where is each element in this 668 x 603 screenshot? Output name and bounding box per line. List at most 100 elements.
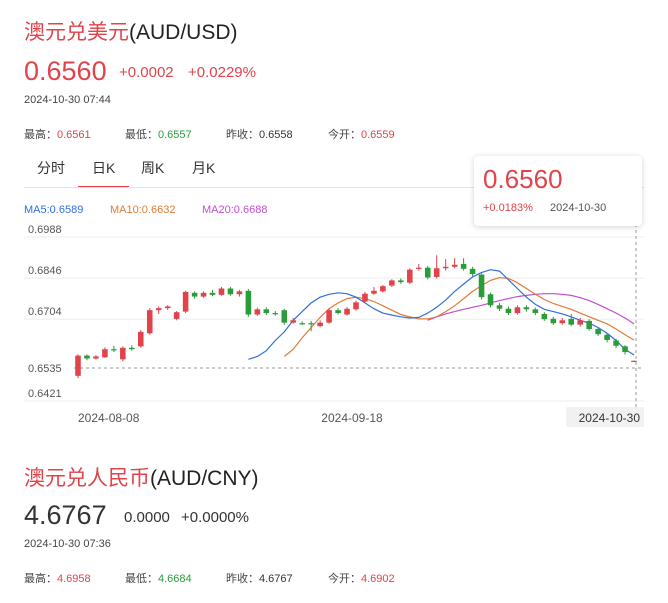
candle-body: [111, 349, 117, 351]
aud-usd-change: +0.0002: [119, 64, 174, 81]
candle-body: [451, 264, 458, 267]
x-tick-label: 2024-08-08: [78, 411, 140, 425]
x-tick-label: 2024-09-18: [321, 411, 383, 425]
stat-value: 0.6561: [57, 129, 91, 141]
candlestick-chart[interactable]: 0.6988 0.6846 0.6704 0.6535 0.6421 2024-08-08…: [0, 220, 668, 435]
aud-usd-change-pct: +0.0229%: [188, 64, 256, 81]
candle-body: [415, 267, 422, 269]
candle-body: [209, 292, 216, 295]
candle-body: [102, 349, 108, 358]
candle-body: [559, 320, 566, 324]
y-tick-label: 0.6988: [28, 224, 62, 236]
y-tick-label: 0.6704: [28, 306, 62, 318]
aud-cny-stat-prev-close: 昨收：4.6767: [226, 569, 293, 587]
aud-cny-timestamp: 2024-10-30 07:36: [24, 538, 111, 550]
stat-label: 最低：: [125, 573, 158, 585]
candle-body: [631, 360, 637, 362]
candle-body: [398, 280, 404, 283]
ma10-legend: MA10:0.6632: [110, 204, 176, 216]
candle-body: [254, 309, 261, 315]
candle-body: [469, 268, 476, 275]
stat-label: 最高：: [24, 129, 57, 141]
candle-body: [146, 310, 153, 334]
tab-daily-k[interactable]: 日K: [77, 158, 130, 188]
candle-body: [568, 318, 575, 325]
candle-body: [245, 290, 252, 315]
candle-body: [272, 313, 279, 315]
stat-value: 0.6557: [158, 129, 192, 141]
aud-cny-title-code: (AUD/CNY): [150, 467, 259, 490]
candle-body: [577, 320, 583, 325]
candle-body: [137, 331, 144, 347]
tab-intraday[interactable]: 分时: [37, 158, 65, 178]
tooltip-date: 2024-10-30: [550, 202, 607, 214]
aud-usd-title: 澳元兑美元(AUD/USD): [24, 16, 238, 46]
candle-body: [84, 355, 90, 359]
stat-value: 0.6558: [259, 129, 293, 141]
candle-body: [353, 302, 359, 310]
candle-body: [182, 291, 189, 312]
stat-label: 今开：: [328, 129, 361, 141]
candle-body: [236, 291, 243, 295]
candle-body: [595, 328, 601, 335]
aud-cny-stat-low: 最低：4.6684: [125, 569, 192, 587]
aud-usd-stat-open: 今开：0.6559: [328, 125, 395, 143]
y-tick-label: 0.6535: [28, 363, 62, 375]
aud-usd-stat-low: 最低：0.6557: [125, 125, 192, 143]
stat-label: 最低：: [125, 129, 158, 141]
aud-cny-change-pct: +0.0000%: [181, 509, 249, 526]
candle-body: [299, 323, 305, 325]
aud-usd-timestamp: 2024-10-30 07:44: [24, 94, 111, 106]
aud-cny-stat-open: 今开：4.6902: [328, 569, 395, 587]
candle-body: [460, 263, 467, 269]
candle-body: [433, 268, 440, 277]
aud-cny-stat-high: 最高：4.6958: [24, 569, 91, 587]
candle-body: [380, 286, 386, 292]
candle-body: [191, 292, 198, 297]
tooltip-price: 0.6560: [483, 164, 563, 194]
candle-body: [93, 356, 99, 359]
tooltip-change-pct: +0.0183%: [483, 202, 533, 214]
y-tick-label: 0.6846: [28, 265, 62, 277]
aud-usd-stat-prev-close: 昨收：0.6558: [226, 125, 293, 143]
candle-body: [75, 355, 81, 376]
stat-value: 4.6767: [259, 573, 293, 585]
candle-body: [218, 288, 225, 295]
candle-body: [263, 309, 270, 314]
aud-usd-title-cn: 澳元兑美元: [24, 21, 129, 44]
candle-body: [155, 308, 162, 311]
candle-body: [532, 309, 539, 314]
candle-body: [586, 320, 592, 329]
candle-body: [442, 266, 449, 269]
candle-body: [362, 293, 368, 302]
candle-body: [308, 323, 314, 325]
stat-value: 4.6684: [158, 573, 192, 585]
y-tick-label: 0.6421: [28, 388, 62, 400]
candle-body: [389, 280, 395, 286]
candle-body: [290, 320, 297, 323]
candle-body: [335, 310, 341, 314]
candle-body: [120, 347, 126, 360]
candle-body: [344, 308, 350, 315]
stat-label: 昨收：: [226, 129, 259, 141]
candle-body: [164, 306, 171, 309]
aud-cny-change: 0.0000: [124, 509, 170, 526]
tab-weekly-k[interactable]: 周K: [141, 158, 164, 178]
aud-cny-price: 4.6767: [24, 500, 107, 530]
candle-body: [424, 267, 431, 278]
ma5-legend: MA5:0.6589: [24, 204, 84, 216]
tab-monthly-k[interactable]: 月K: [192, 158, 215, 178]
candle-body: [317, 322, 323, 327]
candle-body: [173, 312, 180, 319]
candle-body: [550, 318, 557, 324]
x-tick-label: 2024-10-30: [579, 411, 641, 425]
stat-label: 昨收：: [226, 573, 259, 585]
candle-body: [227, 288, 234, 295]
candle-body: [604, 334, 610, 340]
candle-body: [371, 290, 377, 294]
candle-body: [200, 292, 207, 297]
stat-label: 最高：: [24, 573, 57, 585]
stat-value: 0.6559: [361, 129, 395, 141]
candle-body: [505, 308, 512, 314]
candle-body: [281, 310, 288, 323]
